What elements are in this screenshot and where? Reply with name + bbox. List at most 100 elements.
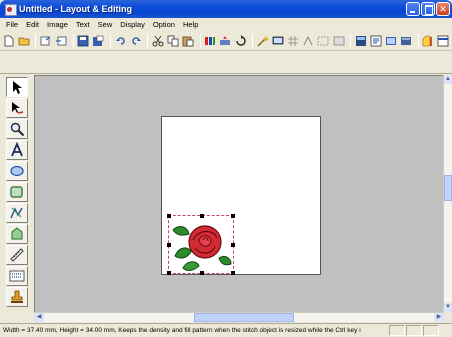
title-bar: Untitled - Layout & Editing ✕ (0, 0, 452, 18)
view-icon (333, 36, 344, 45)
menu-image[interactable]: Image (43, 20, 72, 29)
new-button[interactable] (2, 34, 15, 48)
text-tool[interactable] (6, 140, 28, 160)
resize-handle[interactable] (231, 243, 235, 247)
view-button[interactable] (332, 34, 345, 48)
grid-button[interactable] (287, 34, 300, 48)
vertical-scroll-thumb[interactable] (444, 175, 452, 201)
window-controls: ✕ (406, 2, 450, 16)
undo-icon (115, 36, 125, 45)
import-design-tool[interactable] (6, 287, 28, 307)
rose-icon (172, 225, 232, 271)
zoom-tool[interactable] (6, 119, 28, 139)
status-panel (423, 325, 439, 336)
scroll-up-button[interactable]: ▲ (444, 75, 452, 84)
resize-handle[interactable] (200, 214, 204, 218)
select-button[interactable] (317, 34, 330, 48)
resize-handle[interactable] (167, 243, 171, 247)
stamp-icon (11, 290, 23, 303)
card-icon (401, 36, 412, 45)
wizard-button[interactable] (256, 34, 269, 48)
resize-handle[interactable] (231, 271, 235, 275)
export-icon (56, 36, 67, 45)
resize-handle[interactable] (200, 271, 204, 275)
copy-button[interactable] (166, 34, 179, 48)
rotate-button[interactable] (234, 34, 247, 48)
grid-icon (288, 35, 299, 46)
send-button[interactable] (219, 34, 232, 48)
magnifier-icon (10, 122, 25, 137)
menu-text[interactable]: Text (72, 20, 94, 29)
stitch-edit-icon (11, 227, 23, 240)
open-icon (18, 37, 30, 45)
rose-embroidery-object[interactable] (167, 214, 235, 275)
design-center-button[interactable] (422, 34, 435, 48)
copy-icon (167, 35, 179, 46)
point-edit-tool[interactable] (6, 98, 28, 118)
vertical-scrollbar[interactable]: ▲ ▼ (443, 75, 452, 312)
undo-button[interactable] (114, 34, 127, 48)
save-as-icon (93, 35, 104, 46)
ellipse-icon (10, 165, 24, 177)
send-icon (220, 35, 231, 45)
scroll-left-button[interactable]: ◀ (34, 313, 44, 322)
save-button[interactable] (77, 34, 90, 48)
toolbar-separator (109, 33, 111, 48)
minimize-button[interactable] (406, 2, 420, 16)
resize-handle[interactable] (231, 214, 235, 218)
save-as-button[interactable] (92, 34, 105, 48)
point-edit-icon (12, 102, 24, 114)
cut-button[interactable] (151, 34, 164, 48)
menu-display[interactable]: Display (116, 20, 149, 29)
horizontal-scrollbar[interactable]: ◀ ▶ (34, 312, 444, 322)
arrow-icon (13, 81, 22, 94)
menu-option[interactable]: Option (149, 20, 179, 29)
resize-handle[interactable] (167, 214, 171, 218)
close-button[interactable]: ✕ (436, 2, 450, 16)
window-layout-button[interactable] (437, 34, 450, 48)
cut-icon (152, 35, 164, 46)
arrange-tool[interactable] (6, 266, 28, 286)
menu-file[interactable]: File (2, 20, 22, 29)
status-panel (406, 325, 422, 336)
maximize-button[interactable] (421, 2, 435, 16)
display-button[interactable] (271, 34, 284, 48)
horizontal-scroll-thumb[interactable] (194, 313, 294, 322)
select-tool[interactable] (6, 77, 28, 97)
arrange-icon (9, 270, 25, 282)
import-icon (40, 36, 51, 45)
stitch-button[interactable] (204, 34, 217, 48)
open-button[interactable] (17, 34, 30, 48)
redo-icon (132, 36, 141, 45)
design-page[interactable] (161, 116, 321, 275)
minimize-icon (407, 3, 419, 15)
export-button[interactable] (54, 34, 67, 48)
manual-punch-tool[interactable] (6, 203, 28, 223)
scroll-right-button[interactable]: ▶ (434, 313, 444, 322)
outline-tool[interactable] (6, 182, 28, 202)
shape-tool[interactable] (6, 161, 28, 181)
stitch-edit-tool[interactable] (6, 224, 28, 244)
app-icon[interactable] (4, 3, 17, 16)
main-toolbar (0, 31, 452, 51)
close-icon: ✕ (439, 4, 447, 14)
redo-button[interactable] (129, 34, 142, 48)
ruler-icon (10, 248, 24, 262)
toolbar-separator (35, 33, 37, 48)
menu-edit[interactable]: Edit (22, 20, 43, 29)
import-button[interactable] (39, 34, 52, 48)
tool-palette (3, 76, 33, 316)
wizard-icon (257, 35, 269, 47)
scroll-down-button[interactable]: ▼ (444, 303, 452, 312)
resize-handle[interactable] (167, 271, 171, 275)
layout-button[interactable] (354, 34, 367, 48)
pattern-button[interactable] (302, 34, 315, 48)
paste-button[interactable] (182, 34, 195, 48)
design-canvas[interactable] (34, 75, 444, 312)
card-button[interactable] (400, 34, 413, 48)
thread-button[interactable] (384, 34, 397, 48)
menu-help[interactable]: Help (179, 20, 202, 29)
measure-tool[interactable] (6, 245, 28, 265)
properties-button[interactable] (369, 34, 382, 48)
menu-sew[interactable]: Sew (94, 20, 117, 29)
